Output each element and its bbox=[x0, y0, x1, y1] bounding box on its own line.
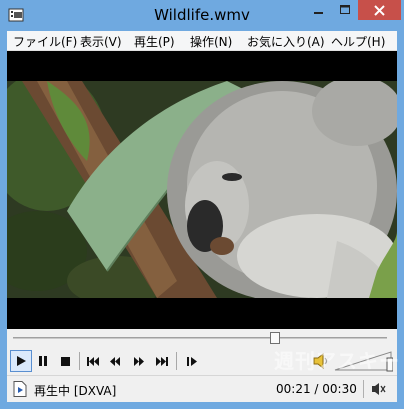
menu-view[interactable]: 表示(V) bbox=[80, 33, 122, 50]
mute-speaker-icon[interactable] bbox=[371, 382, 387, 396]
maximize-icon bbox=[340, 5, 350, 14]
skip-forward-button[interactable] bbox=[150, 350, 172, 372]
playback-status: 再生中 [DXVA] bbox=[34, 384, 117, 398]
stop-icon bbox=[60, 356, 70, 366]
seek-bar[interactable] bbox=[13, 337, 387, 339]
time-display: 00:21 / 00:30 bbox=[276, 382, 357, 396]
menu-favorites[interactable]: お気に入り(A) bbox=[247, 33, 325, 50]
skip-forward-icon bbox=[155, 356, 168, 366]
frame-step-icon bbox=[186, 356, 197, 366]
menu-file[interactable]: ファイル(F) bbox=[13, 33, 77, 50]
minimize-icon bbox=[314, 12, 323, 14]
play-icon bbox=[17, 356, 26, 366]
seek-thumb[interactable] bbox=[269, 332, 280, 344]
minimize-button[interactable] bbox=[306, 0, 332, 20]
menu-bar: ファイル(F) 表示(V) 再生(P) 操作(N) お気に入り(A) ヘルプ(H… bbox=[7, 31, 397, 51]
skip-back-icon bbox=[86, 356, 99, 366]
play-button[interactable] bbox=[10, 350, 32, 372]
title-bar[interactable]: Wildlife.wmv bbox=[0, 0, 404, 31]
fast-forward-icon bbox=[134, 356, 144, 366]
rewind-icon bbox=[110, 356, 120, 366]
rewind-button[interactable] bbox=[104, 350, 126, 372]
video-frame-koala bbox=[7, 81, 397, 298]
close-icon bbox=[374, 4, 385, 16]
pause-button[interactable] bbox=[32, 350, 54, 372]
skip-back-button[interactable] bbox=[82, 350, 104, 372]
control-separator bbox=[79, 352, 80, 370]
pause-icon bbox=[39, 356, 47, 366]
status-separator bbox=[363, 380, 364, 398]
frame-step-button[interactable] bbox=[181, 350, 203, 372]
maximize-button[interactable] bbox=[332, 0, 358, 20]
menu-playback[interactable]: 再生(P) bbox=[134, 33, 175, 50]
watermark-logo: 週刊アスキー bbox=[274, 349, 400, 373]
stop-button[interactable] bbox=[54, 350, 76, 372]
control-separator bbox=[176, 352, 177, 370]
status-bar: 再生中 [DXVA] 00:21 / 00:30 bbox=[7, 375, 397, 402]
video-display[interactable] bbox=[7, 51, 397, 329]
close-button[interactable] bbox=[358, 0, 401, 20]
fast-forward-button[interactable] bbox=[128, 350, 150, 372]
media-player-window: Wildlife.wmv ファイル(F) 表示(V) 再生(P) 操作(N) お… bbox=[0, 0, 404, 409]
menu-help[interactable]: ヘルプ(H) bbox=[331, 33, 385, 50]
file-icon bbox=[13, 381, 27, 397]
menu-control[interactable]: 操作(N) bbox=[190, 33, 232, 50]
